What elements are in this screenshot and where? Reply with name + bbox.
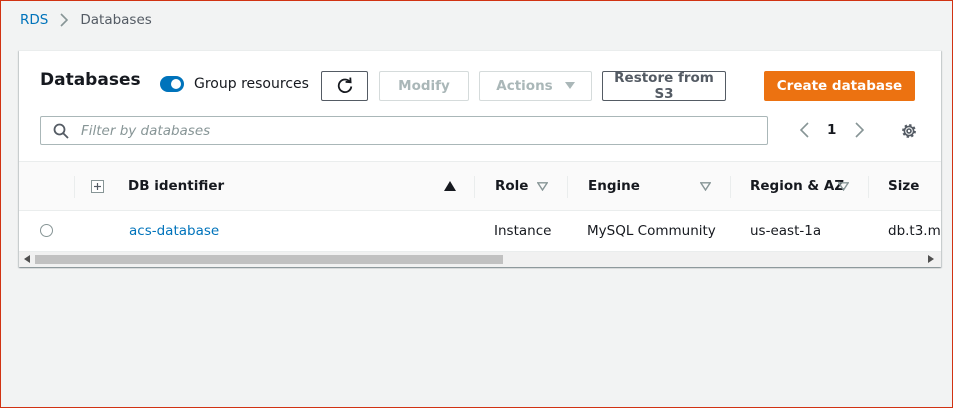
breadcrumb-rds-link[interactable]: RDS bbox=[20, 12, 48, 28]
column-header-role[interactable]: Role bbox=[495, 162, 528, 210]
modify-button[interactable]: Modify bbox=[379, 71, 469, 101]
toggle-knob bbox=[171, 79, 181, 89]
expand-all-icon[interactable] bbox=[91, 162, 104, 210]
gear-icon[interactable] bbox=[900, 122, 918, 140]
create-database-button[interactable]: Create database bbox=[764, 71, 915, 101]
column-divider bbox=[868, 176, 869, 198]
next-page-icon[interactable] bbox=[852, 119, 866, 141]
size-cell: db.t3.mi bbox=[888, 223, 941, 239]
filter-input[interactable] bbox=[79, 118, 767, 143]
filter-box bbox=[40, 116, 768, 145]
engine-cell: MySQL Community bbox=[587, 223, 716, 239]
chevron-right-icon bbox=[60, 13, 70, 27]
databases-panel: Databases Group resources Modify Actions… bbox=[19, 50, 941, 267]
sort-icon[interactable] bbox=[838, 162, 849, 210]
breadcrumb: RDS Databases bbox=[20, 11, 152, 29]
column-divider bbox=[567, 176, 568, 198]
search-icon bbox=[53, 123, 69, 139]
current-page[interactable]: 1 bbox=[827, 122, 836, 138]
column-divider bbox=[474, 176, 475, 198]
region-az-cell: us-east-1a bbox=[750, 223, 822, 239]
page-title: Databases bbox=[40, 70, 141, 90]
column-header-region-az[interactable]: Region & AZ bbox=[750, 162, 844, 210]
group-resources-label: Group resources bbox=[194, 76, 309, 92]
column-header-db-identifier[interactable]: DB identifier bbox=[128, 162, 224, 210]
breadcrumb-current: Databases bbox=[80, 12, 152, 28]
caret-down-icon bbox=[564, 82, 575, 90]
role-cell: Instance bbox=[494, 223, 552, 239]
db-identifier-link[interactable]: acs-database bbox=[129, 211, 219, 251]
column-header-engine[interactable]: Engine bbox=[588, 162, 640, 210]
actions-label: Actions bbox=[496, 78, 553, 94]
sort-icon[interactable] bbox=[537, 162, 548, 210]
column-divider bbox=[730, 176, 731, 198]
column-divider bbox=[74, 176, 75, 198]
scroll-right-icon[interactable] bbox=[928, 255, 936, 265]
restore-from-s3-button[interactable]: Restore from S3 bbox=[602, 70, 726, 102]
refresh-icon bbox=[336, 77, 354, 95]
table-header: DB identifier Role Engine Region & AZ Si… bbox=[19, 161, 941, 211]
column-header-size[interactable]: Size bbox=[888, 162, 919, 210]
scroll-left-icon[interactable] bbox=[24, 255, 32, 265]
group-resources-toggle[interactable] bbox=[160, 76, 184, 92]
previous-page-icon[interactable] bbox=[797, 119, 811, 141]
sort-icon[interactable] bbox=[700, 162, 711, 210]
sort-ascending-icon[interactable] bbox=[444, 162, 456, 210]
scrollbar-thumb[interactable] bbox=[35, 255, 503, 264]
actions-button[interactable]: Actions bbox=[479, 71, 592, 101]
table-row[interactable]: acs-database Instance MySQL Community us… bbox=[19, 211, 941, 251]
group-resources-toggle-wrap: Group resources bbox=[160, 76, 309, 92]
refresh-button[interactable] bbox=[321, 71, 368, 101]
row-select-radio[interactable] bbox=[40, 224, 53, 237]
horizontal-scrollbar[interactable] bbox=[19, 251, 941, 267]
pagination: 1 bbox=[797, 119, 866, 141]
